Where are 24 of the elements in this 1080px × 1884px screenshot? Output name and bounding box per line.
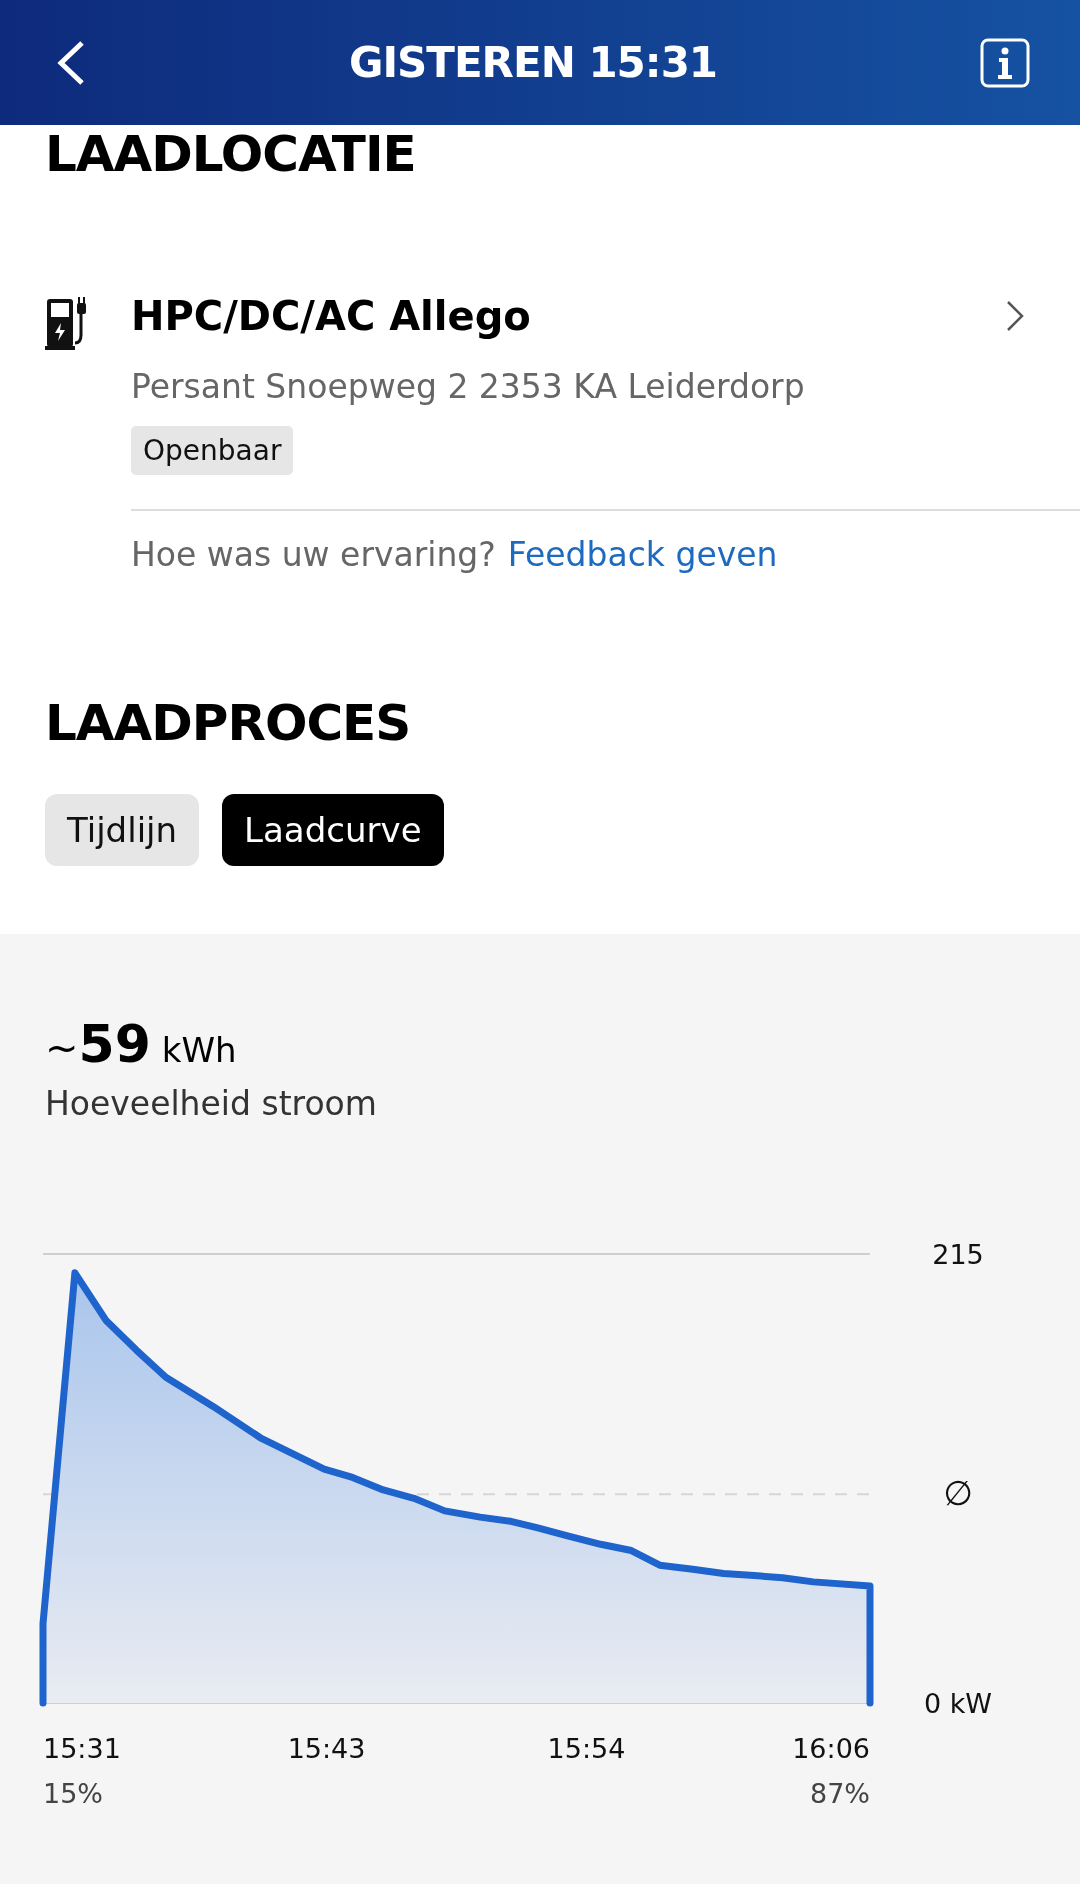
chevron-right-icon[interactable] [1006,300,1024,332]
axis-label: 215 [932,1239,984,1270]
energy-amount: ~59 kWh [45,1014,238,1074]
time-label: 15:43 [287,1733,366,1764]
time-label: 15:31 [43,1733,121,1764]
time-label: 15:54 [547,1733,626,1764]
start-percentage: 15% [43,1778,103,1809]
feedback-question: Hoe was uw ervaring? [131,535,496,574]
info-button[interactable] [980,37,1030,88]
view-tab[interactable]: Tijdlijn [45,794,200,866]
time-label: 16:06 [792,1733,870,1764]
feedback-link[interactable]: Feedback geven [507,535,778,574]
average-label: ∅ [943,1473,973,1514]
access-tag: Openbaar [131,426,294,475]
section-heading: LAADPROCES [45,694,412,752]
view-tab[interactable]: Laadcurve [222,794,444,866]
page-title: GISTEREN 15:31 [348,38,718,87]
station-name: HPC/DC/AC Allego [131,293,531,339]
station-address: Persant Snoepweg 2 2353 KA Leiderdorp [131,367,806,406]
end-percentage: 87% [810,1778,870,1809]
axis-label: 0 kW [923,1688,993,1719]
energy-label: Hoeveelheid stroom [45,1084,378,1123]
section-heading: LAADLOCATIE [45,125,417,183]
back-button[interactable] [56,39,86,86]
